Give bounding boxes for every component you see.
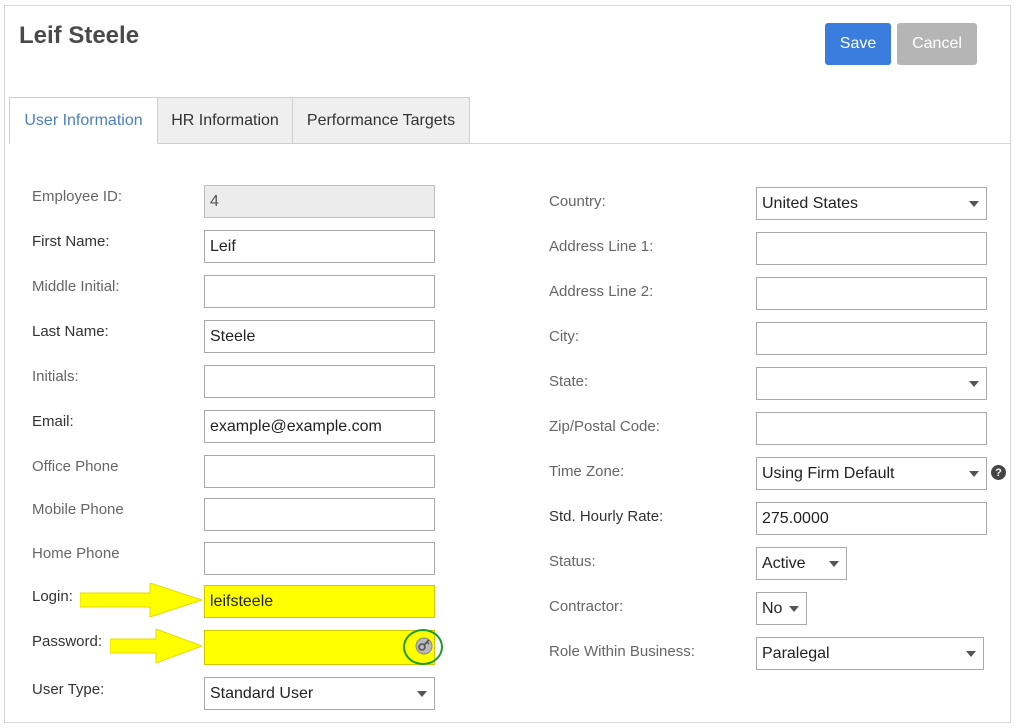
password-label: Password: (32, 633, 103, 650)
role-select[interactable]: Paralegal (756, 637, 984, 670)
last-name-label: Last Name: (32, 323, 109, 340)
question-circle-icon[interactable]: ? (991, 465, 1006, 480)
user-type-label: User Type: (32, 681, 105, 698)
arrow-right-icon (80, 583, 202, 617)
office-phone-label: Office Phone (32, 458, 119, 475)
state-select[interactable] (756, 367, 987, 400)
chevron-down-icon (789, 605, 799, 612)
email-label: Email: (32, 413, 74, 430)
country-value: United States (762, 194, 859, 212)
tab-performance-targets[interactable]: Performance Targets (292, 97, 470, 144)
role-label: Role Within Business: (549, 643, 695, 660)
home-phone-label: Home Phone (32, 545, 120, 562)
zip-code-label: Zip/Postal Code: (549, 418, 660, 435)
cancel-button[interactable]: Cancel (897, 23, 977, 65)
address-line-2-input[interactable] (756, 277, 987, 310)
address-line-2-label: Address Line 2: (549, 283, 654, 300)
chevron-down-icon (417, 690, 427, 697)
address-line-1-label: Address Line 1: (549, 238, 654, 255)
mobile-phone-label: Mobile Phone (32, 501, 124, 518)
tab-hr-information[interactable]: HR Information (157, 97, 293, 144)
key-icon[interactable] (415, 637, 433, 655)
employee-id-field: 4 (204, 185, 435, 218)
login-input[interactable]: leifsteele (204, 585, 435, 618)
time-zone-value: Using Firm Default (762, 464, 895, 482)
chevron-down-icon (969, 200, 979, 207)
contractor-label: Contractor: (549, 598, 624, 615)
country-select[interactable]: United States (756, 187, 987, 220)
country-label: Country: (549, 193, 606, 210)
arrow-right-icon (110, 629, 202, 663)
contractor-value: No (762, 599, 783, 617)
status-value: Active (762, 554, 806, 572)
city-input[interactable] (756, 322, 987, 355)
first-name-input[interactable]: Leif (204, 230, 435, 263)
home-phone-input[interactable] (204, 542, 435, 575)
initials-label: Initials: (32, 368, 79, 385)
status-select[interactable]: Active (756, 547, 847, 580)
chevron-down-icon (969, 380, 979, 387)
hourly-rate-label: Std. Hourly Rate: (549, 508, 664, 525)
status-label: Status: (549, 553, 596, 570)
chevron-down-icon (966, 650, 976, 657)
page-title: Leif Steele (19, 22, 140, 49)
middle-initial-input[interactable] (204, 275, 435, 308)
first-name-label: First Name: (32, 233, 110, 250)
email-input[interactable]: example@example.com (204, 410, 435, 443)
mobile-phone-input[interactable] (204, 498, 435, 531)
hourly-rate-input[interactable]: 275.0000 (756, 502, 987, 535)
save-button[interactable]: Save (825, 23, 891, 65)
zip-code-input[interactable] (756, 412, 987, 445)
user-type-value: Standard User (210, 684, 314, 702)
chevron-down-icon (969, 470, 979, 477)
initials-input[interactable] (204, 365, 435, 398)
chevron-down-icon (829, 560, 839, 567)
last-name-input[interactable]: Steele (204, 320, 435, 353)
time-zone-select[interactable]: Using Firm Default (756, 457, 987, 490)
password-input[interactable] (204, 630, 435, 665)
state-label: State: (549, 373, 589, 390)
city-label: City: (549, 328, 579, 345)
middle-initial-label: Middle Initial: (32, 278, 120, 295)
tab-user-information[interactable]: User Information (9, 97, 158, 144)
office-phone-input[interactable] (204, 455, 435, 488)
user-type-select[interactable]: Standard User (204, 677, 435, 710)
time-zone-label: Time Zone: (549, 463, 625, 480)
contractor-select[interactable]: No (756, 592, 807, 625)
employee-id-label: Employee ID: (32, 188, 123, 205)
address-line-1-input[interactable] (756, 232, 987, 265)
login-label: Login: (32, 588, 73, 605)
role-value: Paralegal (762, 644, 830, 662)
